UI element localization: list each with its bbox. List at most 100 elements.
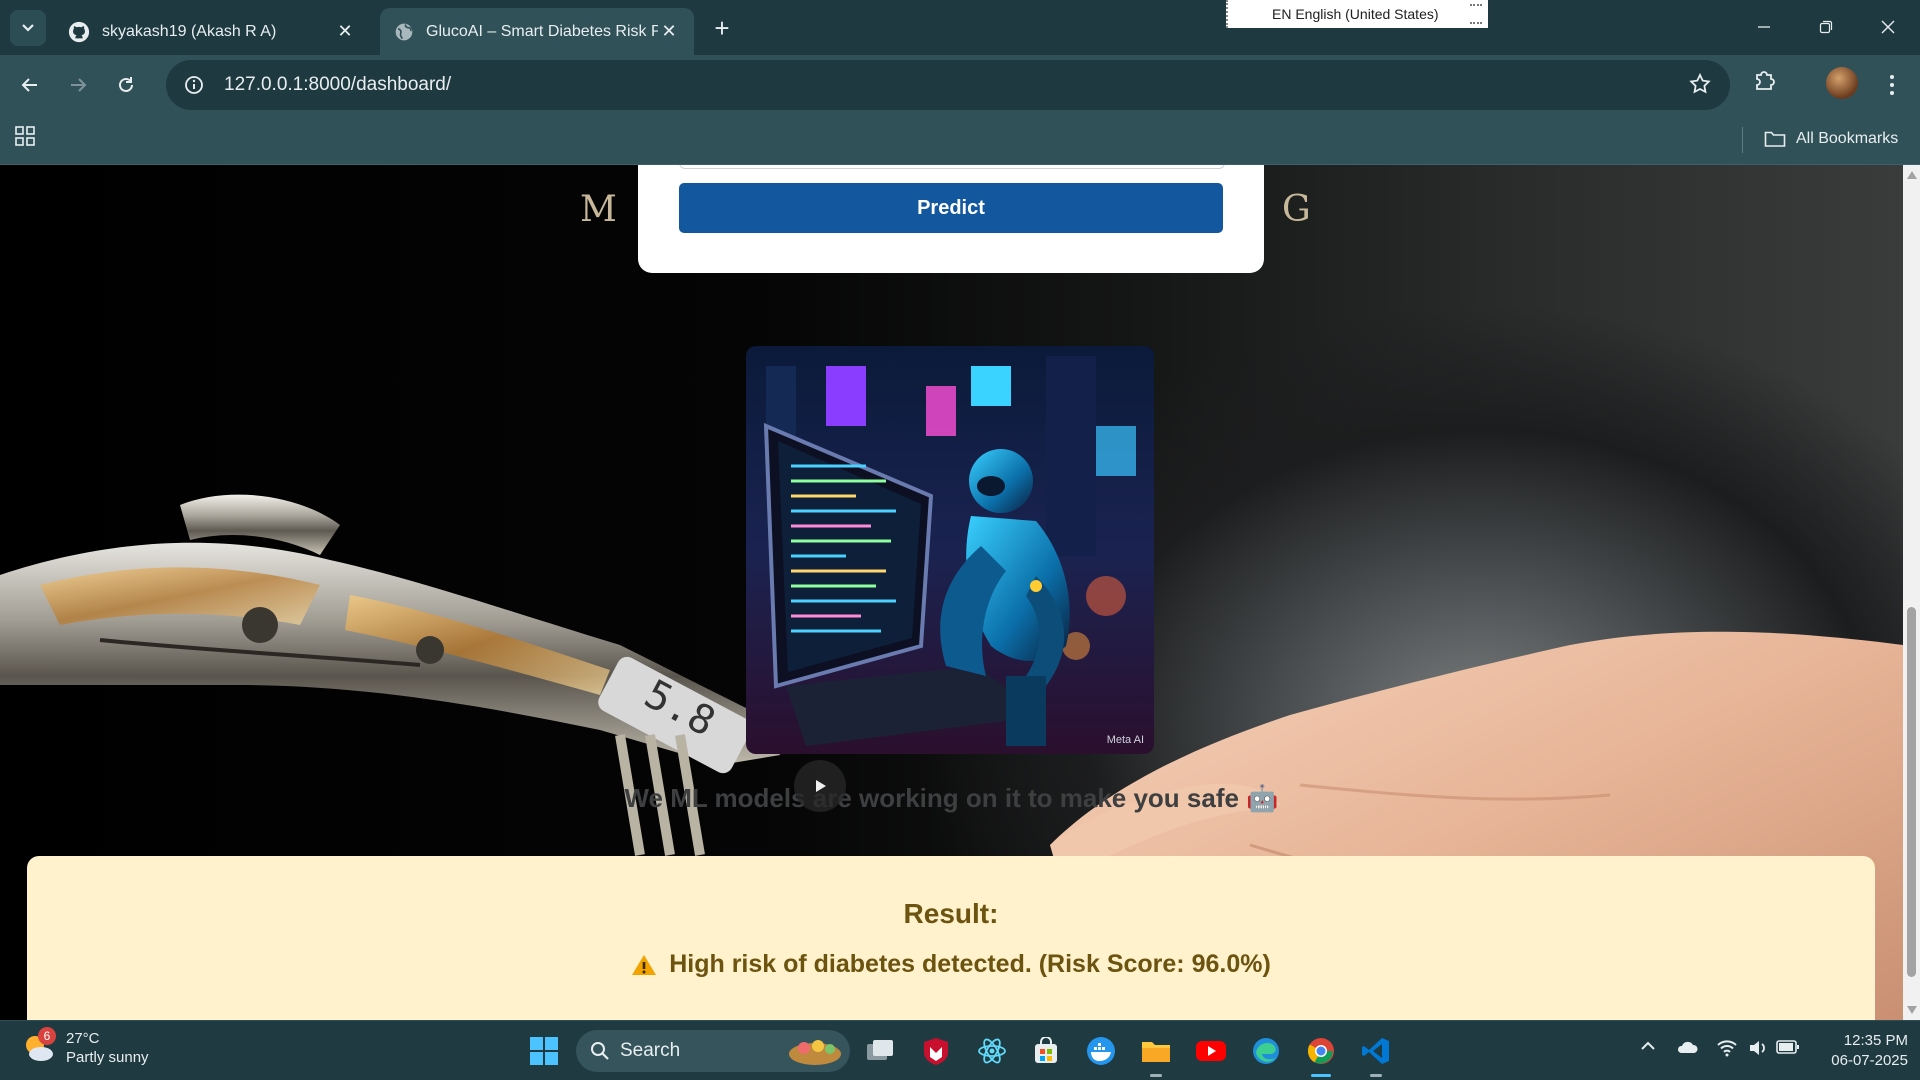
extensions-button[interactable]: [1752, 67, 1778, 98]
onedrive-tray-icon[interactable]: [1676, 1039, 1698, 1060]
result-message-row: High risk of diabetes detected. (Risk Sc…: [27, 950, 1875, 979]
form-input-field[interactable]: [679, 165, 1225, 169]
tab-strip: skyakash19 (Akash R A) ✕ GlucoAI – Smart…: [0, 0, 1920, 55]
task-view-icon: [867, 1040, 893, 1060]
wifi-icon: [1717, 1040, 1737, 1057]
page-viewport: M G 5.8 Predict Meta AI We ML models are…: [0, 165, 1903, 1020]
search-label: Search: [620, 1040, 681, 1061]
all-bookmarks-label: All Bookmarks: [1796, 130, 1899, 147]
language-indicator[interactable]: EN English (United States): [1226, 0, 1488, 28]
clock-time: 12:35 PM: [1843, 1032, 1908, 1049]
show-hidden-icons-button[interactable]: [1640, 1039, 1656, 1057]
apps-grid-button[interactable]: [14, 125, 42, 153]
tab-search-button[interactable]: [10, 10, 46, 46]
background-heading-letter-right: G: [1282, 189, 1313, 230]
minimize-icon: [1758, 26, 1770, 28]
browser-toolbar: 127.0.0.1:8000/dashboard/: [0, 55, 1920, 115]
reload-button[interactable]: [108, 67, 144, 103]
tab-title: GlucoAI – Smart Diabetes Risk P: [426, 22, 658, 40]
status-message: We ML models are working on it to make y…: [624, 783, 1279, 813]
youtube-icon: [1196, 1041, 1226, 1061]
running-indicator: [1150, 1074, 1162, 1077]
result-title: Result:: [903, 898, 999, 929]
battery-icon: [1776, 1040, 1799, 1054]
taskbar-clock[interactable]: 12:35 PM 06-07-2025: [1808, 1031, 1908, 1071]
running-indicator: [1370, 1074, 1382, 1077]
wifi-tray-icon[interactable]: [1716, 1039, 1738, 1062]
chevron-up-icon: [1641, 1041, 1655, 1050]
arrow-left-icon: [21, 78, 37, 92]
weather-widget[interactable]: 6 27°C Partly sunny: [22, 1027, 149, 1067]
tab-github[interactable]: skyakash19 (Akash R A) ✕: [54, 8, 370, 55]
all-bookmarks-button[interactable]: All Bookmarks: [1764, 125, 1898, 153]
taskbar-search[interactable]: Search: [576, 1030, 850, 1072]
bookmarks-bar: All Bookmarks: [0, 115, 1920, 165]
predict-button[interactable]: Predict: [679, 183, 1223, 233]
close-tab-icon[interactable]: ✕: [658, 21, 680, 43]
result-card: Result: High risk of diabetes detected. …: [27, 856, 1875, 1020]
address-bar[interactable]: 127.0.0.1:8000/dashboard/: [166, 60, 1730, 110]
scrollbar-thumb[interactable]: [1907, 607, 1916, 977]
active-indicator: [1311, 1074, 1331, 1077]
restore-button[interactable]: [1806, 8, 1846, 46]
bookmarks-separator: [1742, 127, 1743, 153]
weather-temp: 27°C: [66, 1030, 100, 1047]
chevron-down-icon: [22, 24, 34, 32]
weather-condition: Partly sunny: [66, 1049, 149, 1066]
cloud-icon: [1677, 1041, 1698, 1053]
arrow-right-icon: [71, 78, 87, 92]
language-label: EN English (United States): [1272, 6, 1439, 22]
page-scrollbar[interactable]: [1903, 165, 1920, 1020]
edge-icon: [1253, 1038, 1279, 1064]
back-button[interactable]: [12, 67, 48, 103]
globe-icon: [395, 23, 413, 40]
forward-button[interactable]: [60, 67, 96, 103]
taskbar-youtube-app[interactable]: [1191, 1031, 1231, 1071]
speaker-icon: [1750, 1041, 1765, 1055]
browser-menu-button[interactable]: [1880, 67, 1904, 103]
background-heading-letter-left: M: [580, 189, 619, 230]
taskbar-file-explorer[interactable]: [1136, 1031, 1176, 1077]
start-button[interactable]: [524, 1031, 564, 1071]
new-tab-button[interactable]: +: [708, 13, 736, 43]
folder-icon: [1764, 131, 1786, 147]
taskbar-edge-browser[interactable]: [1246, 1031, 1286, 1071]
chrome-icon: [1307, 1038, 1334, 1064]
battery-tray-icon[interactable]: [1776, 1039, 1800, 1060]
weather-badge: 6: [38, 1027, 56, 1045]
taskbar-vscode-app[interactable]: [1356, 1031, 1396, 1077]
puzzle-icon: [1756, 71, 1775, 90]
close-window-button[interactable]: [1868, 8, 1908, 46]
search-icon: [591, 1042, 609, 1060]
star-icon: [1689, 72, 1711, 94]
search-highlight-icon: [789, 1040, 841, 1065]
restore-icon: [1819, 20, 1833, 34]
vscode-icon: [1362, 1038, 1389, 1064]
task-view-button[interactable]: [860, 1031, 900, 1071]
warning-icon: [632, 954, 657, 975]
store-bag-icon: [1035, 1037, 1057, 1063]
clock-date: 06-07-2025: [1831, 1052, 1908, 1069]
tab-glucoai[interactable]: GlucoAI – Smart Diabetes Risk P ✕: [380, 8, 694, 55]
taskbar-docker-app[interactable]: [1081, 1031, 1121, 1071]
volume-tray-icon[interactable]: [1748, 1039, 1768, 1062]
scroll-up-arrow[interactable]: [1907, 171, 1917, 179]
github-icon: [68, 21, 90, 42]
taskbar-react-app[interactable]: [972, 1031, 1012, 1071]
close-tab-icon[interactable]: ✕: [334, 21, 356, 43]
taskbar-security-app[interactable]: [916, 1031, 956, 1071]
minimize-button[interactable]: [1744, 8, 1784, 46]
close-icon: [1881, 20, 1895, 34]
ai-robot-illustration: Meta AI: [746, 346, 1154, 754]
scroll-down-arrow[interactable]: [1907, 1006, 1917, 1014]
url-text: 127.0.0.1:8000/dashboard/: [224, 74, 452, 95]
windows-taskbar: 6 27°C Partly sunny Search 12:35 PM 06-0…: [0, 1020, 1920, 1080]
grid-icon: [15, 126, 35, 146]
shield-icon: [924, 1038, 948, 1065]
site-info-button[interactable]: [174, 65, 214, 105]
taskbar-store-app[interactable]: [1026, 1031, 1066, 1071]
taskbar-chrome-browser[interactable]: [1301, 1031, 1341, 1077]
profile-avatar[interactable]: [1826, 67, 1858, 99]
bookmark-star-button[interactable]: [1688, 72, 1712, 101]
play-button[interactable]: [794, 760, 846, 812]
